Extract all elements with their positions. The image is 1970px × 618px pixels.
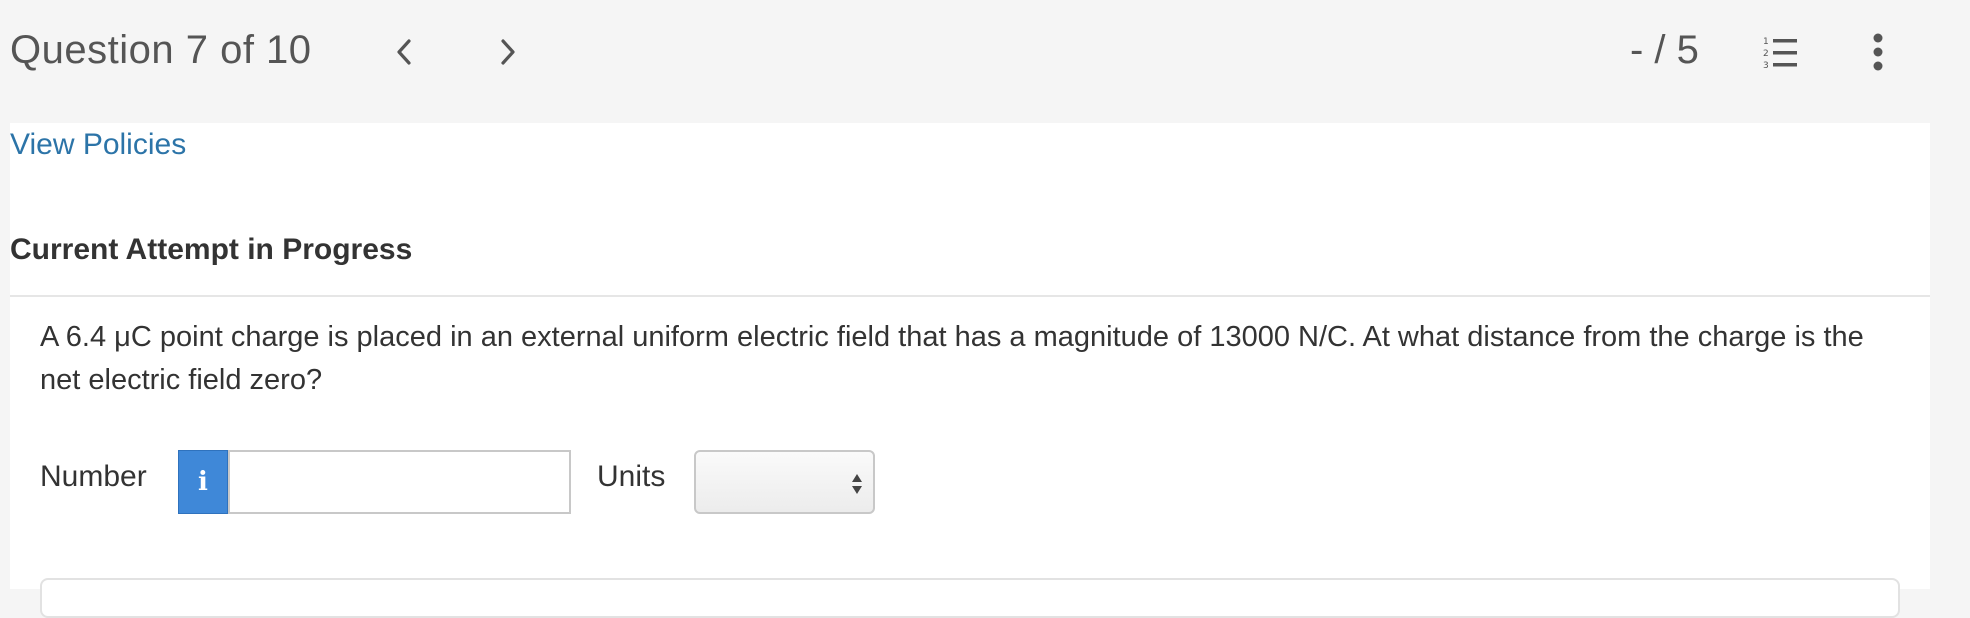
info-button[interactable]: i [178, 450, 228, 514]
chevron-right-icon [501, 39, 515, 65]
numbered-list-icon[interactable]: 1 2 3 [1762, 34, 1800, 72]
section-title: Current Attempt in Progress [10, 233, 413, 266]
number-label: Number [40, 460, 147, 493]
previous-question-button[interactable] [384, 30, 424, 74]
question-counter: Question 7 of 10 [10, 28, 312, 72]
units-label: Units [597, 460, 666, 493]
divider [10, 295, 1930, 297]
view-policies-link[interactable]: View Policies [10, 128, 186, 162]
select-arrows-icon [852, 474, 862, 494]
answer-feedback-box [40, 578, 1900, 618]
vertical-ellipsis-icon[interactable] [1866, 30, 1890, 74]
svg-text:3: 3 [1763, 61, 1769, 71]
svg-text:1: 1 [1763, 37, 1769, 47]
units-select[interactable] [694, 450, 875, 514]
score-display: - / 5 [1630, 28, 1699, 72]
number-input[interactable] [228, 450, 571, 514]
question-text: A 6.4 μC point charge is placed in an ex… [40, 321, 1864, 396]
svg-text:2: 2 [1763, 49, 1769, 59]
question-panel: View Policies Current Attempt in Progres… [10, 123, 1930, 618]
next-question-button[interactable] [488, 30, 528, 74]
question-header: Question 7 of 10 - / 5 1 2 3 [0, 0, 1970, 123]
info-icon: i [198, 467, 208, 497]
chevron-left-icon [397, 39, 411, 65]
